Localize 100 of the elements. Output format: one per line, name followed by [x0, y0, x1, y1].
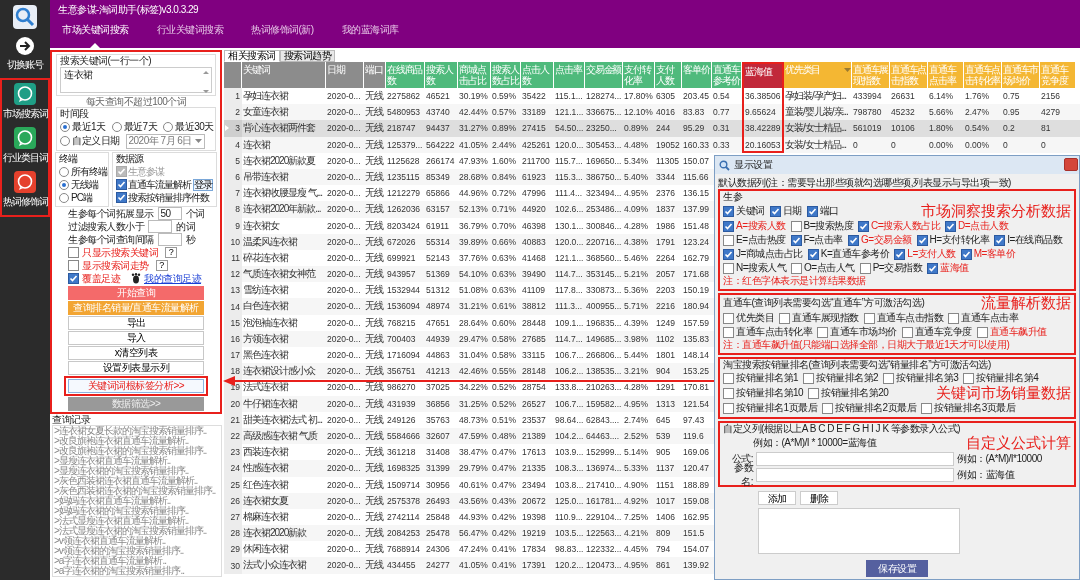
checkbox-label[interactable]: H=支付转化率: [929, 233, 990, 247]
row-header[interactable]: 29: [224, 541, 242, 558]
checkbox-label[interactable]: 搜索按销量排序件数: [128, 190, 209, 205]
row-header[interactable]: 30: [224, 557, 242, 574]
radio-label[interactable]: 最近1天: [72, 120, 106, 134]
checkbox-label[interactable]: 直通车点击率: [961, 311, 1018, 325]
sidebar-item[interactable]: 热词修饰词: [2, 195, 48, 209]
history-item[interactable]: >改良旗袍连衣裙直通车流量解析..: [53, 436, 221, 446]
save-button[interactable]: 保存设置: [866, 560, 928, 577]
checkbox-label[interactable]: J=商城点击占比: [736, 247, 803, 261]
tag-analysis-button[interactable]: 关键词词根标签分析>>: [68, 379, 204, 393]
checkbox-label[interactable]: 直通车飙升值: [989, 325, 1047, 339]
history-item[interactable]: >v领连衣裙的淘宝搜索销量排序..: [53, 546, 221, 556]
history-item[interactable]: >a字连衣裙直通车流量解析..: [53, 556, 221, 566]
help-button[interactable]: ?: [155, 260, 168, 271]
dialog-button[interactable]: 添加: [758, 491, 796, 505]
radio-label[interactable]: 最近7天: [123, 120, 158, 134]
checkbox-label[interactable]: 关键词: [736, 204, 765, 218]
row-header[interactable]: 28: [224, 525, 242, 542]
checkbox-label[interactable]: 端口: [819, 204, 839, 218]
checkbox-label[interactable]: N=搜索人气: [736, 261, 787, 275]
login-button[interactable]: 登录: [193, 178, 213, 191]
history-item[interactable]: >灰色西装裙连衣裙的淘宝搜索销量排序..: [53, 486, 221, 496]
date-picker[interactable]: 2020年 7月 6日: [125, 133, 205, 149]
checkbox-label[interactable]: E=点击热度: [736, 233, 786, 247]
radio-label[interactable]: 最近30天: [175, 120, 214, 134]
checkbox-label[interactable]: 按销量排名第1: [736, 371, 799, 385]
checkbox-label[interactable]: 直通车点击指数: [876, 311, 943, 325]
panel-button[interactable]: 设置列表显示列: [68, 361, 204, 375]
sidebar-item[interactable]: 市场搜索词: [2, 107, 48, 121]
panel-button[interactable]: 导入: [68, 331, 204, 345]
history-item[interactable]: >灰色西装裙连衣裙直通车流量解析..: [53, 476, 221, 486]
checkbox-label[interactable]: 显示搜索词走势: [82, 258, 149, 273]
panel-button[interactable]: x清空列表: [68, 346, 204, 360]
checkbox-label[interactable]: P=交易指数: [872, 261, 923, 275]
history-item[interactable]: >显瘦连衣裙的淘宝搜索销量排序..: [53, 466, 221, 476]
row-header[interactable]: 1: [224, 88, 242, 105]
row-header[interactable]: 23: [224, 444, 242, 461]
top-tab[interactable]: 市场关键词搜索: [58, 23, 133, 48]
radio-label[interactable]: 自定义日期: [72, 134, 120, 148]
history-item[interactable]: >妈妈连衣裙的淘宝搜索销量排序..: [53, 506, 221, 516]
row-header[interactable]: 18: [224, 363, 242, 380]
checkbox-label[interactable]: L=支付人数: [907, 247, 956, 261]
number-field[interactable]: 50: [157, 207, 182, 220]
checkbox-label[interactable]: O=点击人气: [804, 261, 855, 275]
checkbox-label[interactable]: 直通车流量解析: [128, 177, 191, 192]
top-tab[interactable]: 我的蓝海词库: [337, 23, 403, 48]
top-tab[interactable]: 行业关键词搜索: [152, 23, 227, 48]
history-item[interactable]: >v领连衣裙直通车流量解析..: [53, 536, 221, 546]
checkbox-label[interactable]: F=点击率: [803, 233, 843, 247]
checkbox-label[interactable]: 覆盖足迹: [82, 271, 120, 286]
row-header[interactable]: 2: [224, 104, 242, 121]
keyword-textarea[interactable]: 连衣裙: [60, 67, 212, 93]
history-item[interactable]: >法式显瘦连衣裙直通车流量解析..: [53, 516, 221, 526]
column-header[interactable]: 蓝海值: [742, 62, 784, 88]
checkbox-label[interactable]: 按销量排名1页最后: [736, 401, 818, 415]
checkbox-label[interactable]: B=搜索热度: [803, 219, 854, 233]
row-header[interactable]: 8: [224, 201, 242, 218]
checkbox-label[interactable]: 日期: [782, 204, 802, 218]
checkbox-label[interactable]: 按销量排名第2: [816, 371, 879, 385]
help-button[interactable]: ?: [165, 247, 177, 258]
checkbox-label[interactable]: 优先类目: [736, 311, 774, 325]
table-tab[interactable]: 搜索词趋势: [279, 50, 335, 62]
row-header[interactable]: 3: [224, 120, 242, 137]
row-header[interactable]: 12: [224, 266, 242, 283]
sidebar-item[interactable]: 行业类目词: [2, 151, 48, 165]
switch-account-label[interactable]: 切换账号: [7, 58, 43, 72]
history-item[interactable]: >改良旗袍连衣裙的淘宝搜索销量排序..: [53, 446, 221, 456]
row-header[interactable]: 24: [224, 460, 242, 477]
history-item[interactable]: >法式显瘦连衣裙的淘宝搜索销量排序..: [53, 526, 221, 536]
footprint-link[interactable]: 我的查询足迹: [144, 271, 201, 286]
checkbox-label[interactable]: 直通车市场均价: [830, 325, 897, 339]
row-header[interactable]: 7: [224, 185, 242, 202]
checkbox-label[interactable]: G=交易金额: [860, 233, 912, 247]
checkbox-label[interactable]: M=客单价: [973, 247, 1016, 261]
checkbox-label[interactable]: 按销量排名3页最后: [934, 401, 1016, 415]
row-header[interactable]: 13: [224, 282, 242, 299]
checkbox-label[interactable]: 直通车展现指数: [792, 311, 859, 325]
radio-label[interactable]: PC端: [71, 190, 92, 205]
checkbox-label[interactable]: D=点击人数: [958, 219, 1009, 233]
radio-label[interactable]: 无线端: [71, 177, 98, 192]
panel-button[interactable]: 导出: [68, 316, 204, 330]
table-tab[interactable]: 相关搜索词: [224, 50, 280, 62]
radio-label[interactable]: 所有终端: [71, 164, 107, 179]
checkbox-label[interactable]: C=搜索人数占比: [871, 219, 941, 233]
history-item[interactable]: >显瘦连衣裙直通车流量解析..: [53, 456, 221, 466]
history-item[interactable]: >连衣裙女夏长款的淘宝搜索销量排序..: [53, 426, 221, 436]
checkbox-label[interactable]: 按销量排名第20: [821, 386, 889, 400]
checkbox-label[interactable]: 按销量排名第4: [976, 371, 1039, 385]
top-tab[interactable]: 热词修饰词(新): [247, 23, 318, 48]
checkbox-label[interactable]: 蓝海值: [940, 261, 969, 275]
checkbox-label[interactable]: I=在线商品数: [1007, 233, 1063, 247]
checkbox-label[interactable]: A=搜索人数: [736, 219, 786, 233]
checkbox-label[interactable]: 按销量排名2页最后: [835, 401, 917, 415]
checkbox-label[interactable]: 按销量排名第3: [896, 371, 959, 385]
history-item[interactable]: >a字连衣裙的淘宝搜索销量排序..: [53, 566, 221, 576]
checkbox-label[interactable]: K=直通车参考价: [820, 247, 890, 261]
checkbox-label[interactable]: 直通车竞争度: [914, 325, 972, 339]
row-header[interactable]: 14: [224, 298, 242, 315]
dialog-button[interactable]: 删除: [800, 491, 838, 505]
